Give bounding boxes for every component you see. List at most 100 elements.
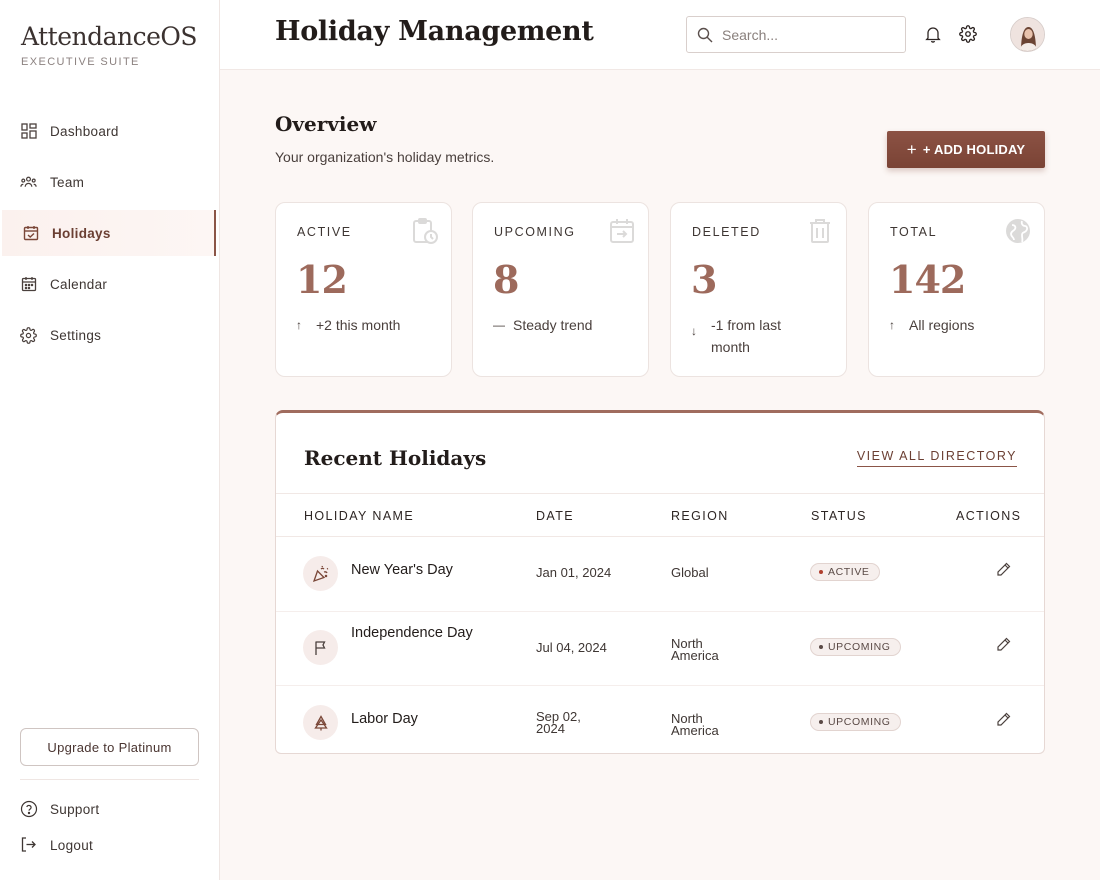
sidebar-nav: Dashboard Team Holidays Calendar Setting…	[0, 108, 220, 363]
sidebar-item-team[interactable]: Team	[0, 159, 220, 205]
sidebar: AttendanceOS EXECUTIVE SUITE Dashboard T…	[0, 0, 220, 880]
sidebar-item-label: Calendar	[50, 276, 108, 292]
arrow-up-icon: ↑	[889, 318, 895, 332]
brand-subtitle: EXECUTIVE SUITE	[21, 56, 140, 68]
stat-card-deleted: DELETED 3 ↓ -1 from last month	[670, 202, 847, 377]
holiday-name: Labor Day	[351, 711, 418, 727]
stat-label: UPCOMING	[494, 225, 576, 239]
stat-label: TOTAL	[890, 225, 938, 239]
tree-icon	[303, 705, 338, 740]
search-input[interactable]	[722, 26, 892, 43]
add-holiday-button[interactable]: + + ADD HOLIDAY	[887, 131, 1045, 168]
table-header: HOLIDAY NAME DATE REGION STATUS ACTIONS	[276, 493, 1044, 537]
stat-trend-text: Steady trend	[513, 317, 593, 333]
sidebar-item-label: Team	[50, 174, 85, 190]
help-circle-icon	[20, 800, 38, 818]
dash-icon: —	[493, 318, 505, 332]
pencil-icon[interactable]	[996, 637, 1012, 653]
holiday-region: Global	[671, 565, 709, 580]
column-header-region[interactable]: REGION	[671, 509, 729, 523]
sidebar-item-holidays[interactable]: Holidays	[2, 210, 216, 256]
brand-name: AttendanceOS	[21, 22, 198, 51]
sidebar-item-label: Dashboard	[50, 123, 119, 139]
overview-subtitle: Your organization's holiday metrics.	[275, 149, 495, 165]
bell-icon[interactable]	[924, 25, 942, 43]
pencil-icon[interactable]	[996, 712, 1012, 728]
column-header-name[interactable]: HOLIDAY NAME	[304, 509, 414, 523]
calendar-arrow-icon	[608, 217, 636, 245]
brand: AttendanceOS EXECUTIVE SUITE	[21, 22, 198, 68]
arrow-up-icon: ↑	[296, 318, 302, 332]
gear-icon	[20, 326, 37, 344]
top-header: Holiday Management	[220, 0, 1100, 70]
pencil-icon[interactable]	[996, 562, 1012, 578]
status-badge: ACTIVE	[810, 563, 880, 581]
grid-icon	[20, 123, 37, 140]
stat-label: DELETED	[692, 225, 761, 239]
table-row[interactable]: New Year's Day Jan 01, 2024 Global ACTIV…	[276, 537, 1044, 612]
overview-title: Overview	[275, 112, 377, 136]
stat-trend-text: All regions	[909, 317, 975, 333]
holiday-name: Independence Day	[351, 625, 473, 641]
table-row[interactable]: Independence Day Jul 04, 2024 North Amer…	[276, 611, 1044, 686]
clipboard-clock-icon	[411, 217, 439, 245]
arrow-down-icon: ↓	[691, 324, 697, 338]
stat-trend: ↑ +2 this month	[296, 314, 436, 336]
gear-icon[interactable]	[959, 25, 977, 43]
support-label: Support	[50, 801, 100, 817]
column-header-status[interactable]: STATUS	[811, 509, 867, 523]
stat-trend: ↓ -1 from last month	[691, 314, 831, 358]
recent-holidays-panel: Recent Holidays VIEW ALL DIRECTORY HOLID…	[275, 410, 1045, 754]
holiday-date: Jan 01, 2024	[536, 565, 612, 580]
globe-icon	[1004, 217, 1032, 245]
column-header-date[interactable]: DATE	[536, 509, 574, 523]
status-dot	[819, 720, 823, 724]
status-text: ACTIVE	[828, 566, 870, 578]
holiday-region: North America	[671, 636, 719, 663]
column-header-actions: ACTIONS	[956, 509, 1022, 523]
add-holiday-label: + ADD HOLIDAY	[922, 142, 1026, 157]
stat-trend: ↑ All regions	[889, 314, 1029, 336]
calendar-icon	[20, 276, 37, 293]
stat-card-total: TOTAL 142 ↑ All regions	[868, 202, 1045, 377]
upgrade-button[interactable]: Upgrade to Platinum	[20, 728, 199, 766]
support-link[interactable]: Support	[20, 800, 99, 818]
stat-trend-text: -1 from last month	[711, 317, 782, 355]
stat-trend-text: +2 this month	[316, 317, 401, 333]
team-icon	[20, 174, 37, 191]
party-popper-icon	[303, 556, 338, 591]
stat-trend: — Steady trend	[493, 314, 633, 336]
stat-value: 8	[493, 257, 519, 302]
sidebar-item-dashboard[interactable]: Dashboard	[0, 108, 220, 154]
stat-card-upcoming: UPCOMING 8 — Steady trend	[472, 202, 649, 377]
plus-icon: +	[906, 139, 917, 159]
table-row[interactable]: Labor Day Sep 02, 2024 North America UPC…	[276, 686, 1044, 753]
status-text: UPCOMING	[828, 716, 891, 728]
holiday-region: North America	[671, 711, 719, 738]
stat-value: 3	[691, 257, 717, 302]
logout-icon	[20, 836, 38, 854]
sidebar-item-label: Settings	[50, 327, 102, 343]
stat-card-active: ACTIVE 12 ↑ +2 this month	[275, 202, 452, 377]
search-icon	[697, 27, 713, 43]
status-badge: UPCOMING	[810, 638, 901, 656]
sidebar-item-calendar[interactable]: Calendar	[0, 261, 220, 307]
sidebar-divider	[20, 779, 199, 780]
status-dot	[819, 570, 823, 574]
stat-label: ACTIVE	[297, 225, 352, 239]
holiday-name: New Year's Day	[351, 562, 453, 578]
trash-icon	[806, 217, 834, 245]
stat-value: 142	[889, 257, 966, 302]
logout-link[interactable]: Logout	[20, 836, 93, 854]
status-dot	[819, 645, 823, 649]
status-text: UPCOMING	[828, 641, 891, 653]
status-badge: UPCOMING	[810, 713, 901, 731]
avatar[interactable]	[1010, 17, 1045, 52]
view-all-directory-link[interactable]: VIEW ALL DIRECTORY	[856, 449, 1017, 467]
flag-icon	[303, 630, 338, 665]
search-box[interactable]	[686, 16, 906, 53]
holiday-date: Jul 04, 2024	[536, 640, 607, 655]
sidebar-item-settings[interactable]: Settings	[0, 312, 220, 358]
holiday-date: Sep 02, 2024	[536, 709, 581, 736]
logout-label: Logout	[50, 837, 94, 853]
